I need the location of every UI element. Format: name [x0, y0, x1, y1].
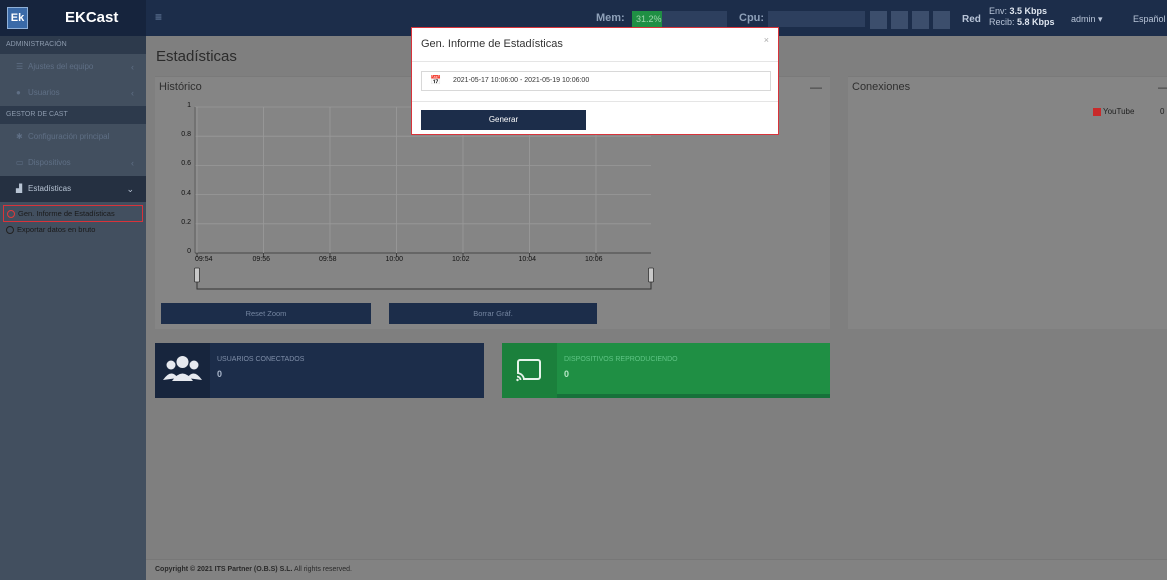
- mem-meter: 31.2%: [632, 11, 727, 27]
- mem-label: Mem:: [596, 12, 625, 24]
- net-recib-label: Recib:: [989, 17, 1015, 27]
- divider: [412, 101, 778, 102]
- circle-icon: [7, 210, 15, 218]
- x-tick-label: 10:06: [585, 256, 603, 263]
- reset-zoom-button[interactable]: Reset Zoom: [161, 303, 371, 324]
- sidebar-item-ajustes[interactable]: ☰ Ajustes del equipo ‹: [0, 54, 146, 80]
- usuarios-label: USUARIOS CONECTADOS: [217, 356, 305, 363]
- language-selector[interactable]: Español: [1133, 14, 1166, 24]
- date-range-input[interactable]: 📅 2021-05-17 10:06:00 - 2021-05-19 10:06…: [421, 71, 771, 91]
- logo-icon: Ek: [7, 7, 28, 29]
- sidebar-item-label: Estadísticas: [28, 184, 72, 193]
- sidebar-item-label: Dispositivos: [28, 158, 71, 167]
- y-tick-label: 0.6: [181, 160, 191, 168]
- sidebar-item-label: Usuarios: [28, 88, 60, 97]
- dispositivos-label: DISPOSITIVOS REPRODUCIENDO: [564, 356, 678, 363]
- caret-down-icon: ▾: [1098, 14, 1103, 24]
- x-tick-label: 10:02: [452, 256, 470, 263]
- sidebar: ADMINISTRACIÓN ☰ Ajustes del equipo ‹ ● Us…: [0, 36, 146, 580]
- net-env-label: Env:: [989, 6, 1008, 16]
- y-tick-label: 0.8: [181, 131, 191, 139]
- divider: [412, 61, 778, 62]
- area-chart-icon: ▟: [16, 184, 23, 193]
- gears-icon: ✱: [16, 132, 23, 141]
- users-group-icon: [155, 343, 210, 398]
- y-tick-label: 0.2: [181, 218, 191, 226]
- legend-youtube-swatch: [1093, 108, 1101, 116]
- legend-youtube-value: 0: [1160, 107, 1165, 116]
- copyright-prefix: Copyright © 2021: [155, 566, 213, 573]
- date-range-value: 2021-05-17 10:06:00 - 2021-05-19 10:06:0…: [453, 77, 590, 84]
- cpu-label: Cpu:: [739, 12, 765, 24]
- sidebar-section-admin: ADMINISTRACIÓN: [0, 36, 146, 54]
- cast-icon: [502, 343, 557, 398]
- sidebar-item-estadisticas[interactable]: ▟ Estadísticas ⌄: [0, 176, 146, 202]
- footer: Copyright © 2021 ITS Partner (O.B.S) S.L…: [146, 559, 1167, 580]
- user-name: admin: [1071, 14, 1096, 24]
- network-stats: Env: 3.5 Kbps Recib: 5.8 Kbps: [989, 6, 1055, 28]
- historico-title: Histórico: [159, 81, 202, 93]
- sidebar-item-label: Configuración principal: [28, 132, 110, 141]
- sidebar-subitem-label: Exportar datos en bruto: [17, 225, 96, 234]
- minimize-icon[interactable]: —: [810, 80, 822, 94]
- network-label: Red: [962, 14, 981, 25]
- x-tick-label: 09:58: [319, 256, 337, 263]
- chevron-left-icon: ‹: [131, 62, 134, 72]
- circle-icon: [6, 226, 14, 234]
- users-icon: ●: [16, 88, 21, 97]
- copyright: Copyright © 2021 ITS Partner (O.B.S) S.L…: [155, 566, 352, 573]
- sidebar-item-label: Ajustes del equipo: [28, 62, 94, 71]
- chevron-left-icon: ‹: [131, 158, 134, 168]
- generar-button[interactable]: Generar: [421, 110, 586, 130]
- calendar-icon: 📅: [430, 75, 442, 85]
- legend-youtube-label: YouTube: [1103, 107, 1135, 116]
- gen-informe-modal: Gen. Informe de Estadísticas × 📅 2021-05…: [411, 27, 779, 135]
- chevron-down-icon: ⌄: [126, 184, 134, 194]
- y-tick-label: 0.4: [181, 189, 191, 197]
- page-title: Estadísticas: [156, 48, 237, 65]
- conexiones-title: Conexiones: [852, 81, 911, 93]
- app-name: EKCast: [65, 9, 119, 26]
- cpu-core-meter: [912, 11, 929, 29]
- sidebar-item-config[interactable]: ✱ Configuración principal: [0, 124, 146, 150]
- minimize-icon[interactable]: —: [1158, 80, 1167, 94]
- sidebar-subitem-exportar[interactable]: Exportar datos en bruto: [0, 222, 146, 239]
- cpu-core-meter: [891, 11, 908, 29]
- usuarios-conectados-box: USUARIOS CONECTADOS 0: [155, 343, 484, 398]
- net-recib-value: 5.8 Kbps: [1017, 17, 1055, 27]
- logo-area[interactable]: Ek EKCast: [0, 0, 146, 36]
- mem-meter-fill: 31.2%: [632, 11, 662, 27]
- menu-toggle-icon[interactable]: ≡: [155, 10, 162, 24]
- cpu-core-meter: [870, 11, 887, 29]
- dispositivos-value: 0: [564, 369, 570, 379]
- user-menu[interactable]: admin ▾: [1071, 14, 1103, 25]
- sidebar-subitem-gen-informe[interactable]: Gen. Informe de Estadísticas: [3, 205, 143, 222]
- cpu-meter: [768, 11, 865, 27]
- y-tick-label: 1: [187, 102, 191, 109]
- sidebar-section-cast: GESTOR DE CAST: [0, 106, 146, 124]
- chevron-left-icon: ‹: [131, 88, 134, 98]
- net-env-value: 3.5 Kbps: [1009, 6, 1048, 16]
- sidebar-subitem-label: Gen. Informe de Estadísticas: [18, 209, 115, 218]
- x-tick-label: 09:54: [195, 256, 213, 263]
- cpu-core-meter: [933, 11, 950, 29]
- sidebar-item-dispositivos[interactable]: ▭ Dispositivos ‹: [0, 150, 146, 176]
- device-icon: ▭: [16, 158, 24, 167]
- usuarios-value: 0: [217, 369, 223, 379]
- y-tick-label: 0: [187, 248, 191, 255]
- x-tick-label: 10:00: [385, 256, 404, 263]
- company-name: ITS Partner (O.B.S) S.L.: [214, 566, 293, 573]
- dispositivos-progress: [557, 394, 830, 398]
- close-icon[interactable]: ×: [764, 35, 769, 45]
- menu-icon: ☰: [16, 62, 24, 71]
- modal-title: Gen. Informe de Estadísticas: [421, 38, 563, 50]
- borrar-graf-button[interactable]: Borrar Gráf.: [389, 303, 597, 324]
- dispositivos-reproduciendo-box: DISPOSITIVOS REPRODUCIENDO 0: [502, 343, 830, 398]
- x-tick-label: 09:56: [252, 256, 271, 263]
- rights-text: All rights reserved.: [293, 566, 352, 573]
- x-tick-label: 10:04: [518, 256, 537, 263]
- sidebar-item-usuarios[interactable]: ● Usuarios ‹: [0, 80, 146, 106]
